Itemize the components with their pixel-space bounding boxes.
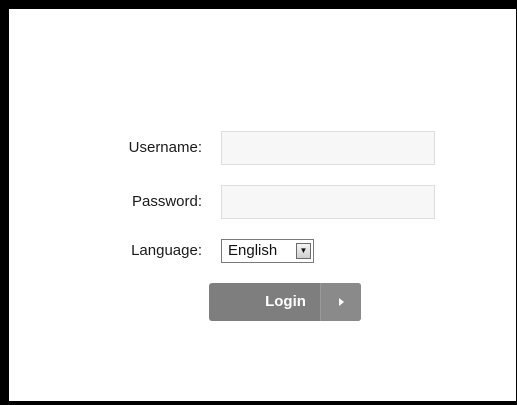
username-input[interactable] — [221, 131, 435, 165]
language-label: Language: — [131, 242, 202, 259]
login-button[interactable]: Login — [209, 283, 361, 321]
chevron-down-icon[interactable]: ▼ — [296, 243, 311, 259]
login-arrow-segment — [320, 283, 361, 321]
language-select[interactable]: English ▼ — [221, 239, 314, 263]
password-input[interactable] — [221, 185, 435, 219]
language-selected-value: English — [228, 242, 278, 259]
login-window: Username: Password: Language: English ▼ … — [0, 0, 517, 405]
arrow-right-icon — [339, 298, 344, 306]
login-button-label: Login — [265, 293, 306, 310]
password-label: Password: — [131, 193, 202, 210]
username-label: Username: — [128, 139, 202, 156]
